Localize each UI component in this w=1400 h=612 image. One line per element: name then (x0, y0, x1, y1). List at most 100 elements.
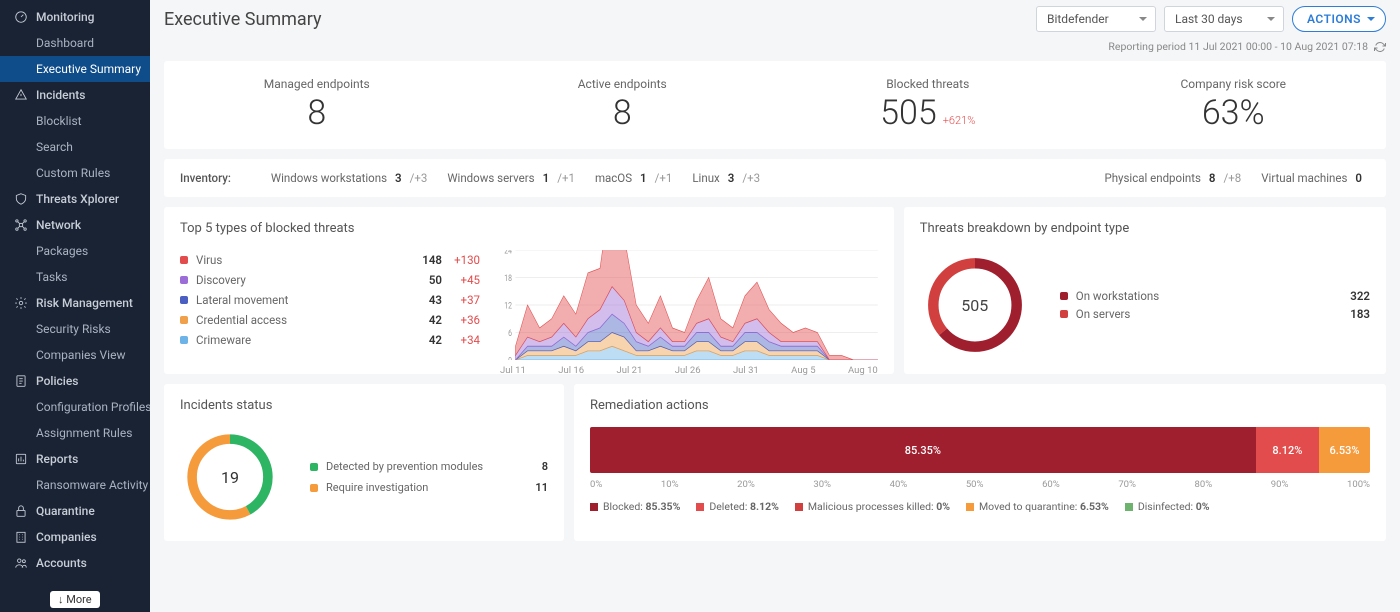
kpi-label: Blocked threats (785, 77, 1071, 91)
svg-text:6: 6 (508, 328, 512, 338)
threat-name: Credential access (196, 313, 402, 327)
kpi-card: Managed endpoints8 Active endpoints 8 Block… (164, 61, 1386, 149)
legend-square-icon (966, 503, 974, 511)
row-incidents: Incidents status 19 Detected by preventi… (164, 384, 1386, 551)
nav-label: Companies View (36, 348, 125, 362)
nav-dashboard[interactable]: Dashboard (0, 30, 150, 56)
threat-row: Virus148+130 (180, 250, 480, 270)
threat-row: Crimeware42+34 (180, 330, 480, 350)
nav-configuration-profiles[interactable]: Configuration Profiles (0, 394, 150, 420)
nav-incidents[interactable]: Incidents (0, 82, 150, 108)
nav-tasks[interactable]: Tasks (0, 264, 150, 290)
nav-custom-rules[interactable]: Custom Rules (0, 160, 150, 186)
remediation-legend-item: Malicious processes killed: 0% (795, 500, 950, 513)
kpi-blocked-threats: Blocked threats505+621% (775, 73, 1081, 137)
top-controls: Bitdefender Last 30 days ACTIONS (1036, 6, 1386, 32)
remediation-legend-item: Disinfected: 0% (1125, 500, 1210, 513)
legend-square-icon (696, 503, 704, 511)
nav-label: Executive Summary (36, 62, 141, 76)
gauge-icon (14, 10, 28, 24)
threat-value: 148 (402, 253, 442, 267)
nav-companies[interactable]: Companies (0, 524, 150, 550)
nav-network[interactable]: Network (0, 212, 150, 238)
remediation-legend-item: Deleted: 8.12% (696, 500, 779, 513)
nav-label: Security Risks (36, 322, 111, 336)
threat-dot-icon (180, 316, 188, 324)
threats-title: Top 5 types of blocked threats (180, 221, 878, 236)
threat-name: Crimeware (196, 333, 402, 347)
threat-value: 50 (402, 273, 442, 287)
nav-policies[interactable]: Policies (0, 368, 150, 394)
kpi-value: 8 (307, 93, 326, 133)
remediation-legend-item: Moved to quarantine: 6.53% (966, 500, 1109, 513)
nav-reports[interactable]: Reports (0, 446, 150, 472)
users-icon (14, 556, 28, 570)
incident-item: Require investigation11 (310, 477, 548, 498)
legend-square-icon (795, 503, 803, 511)
inventory-card: Inventory:Windows workstations 3/+3Windo… (164, 159, 1386, 197)
remediation-panel: Remediation actions 85.35%8.12%6.53% 0%1… (574, 384, 1386, 541)
nav-label: Packages (36, 244, 88, 258)
inv-virtual-machines: Virtual machines 0 (1261, 171, 1370, 185)
kpi-label: Active endpoints (480, 77, 766, 91)
threat-name: Lateral movement (196, 293, 402, 307)
incidents-total: 19 (180, 427, 280, 527)
incidents-donut: 19 (180, 427, 280, 527)
nav-blocklist[interactable]: Blocklist (0, 108, 150, 134)
report-period-text: Reporting period 11 Jul 2021 00:00 - 10 … (1108, 40, 1368, 53)
threat-dot-icon (180, 256, 188, 264)
svg-text:0: 0 (508, 355, 512, 360)
nav-label: Incidents (36, 88, 85, 102)
breakdown-item: On workstations322 (1060, 287, 1370, 305)
kpi-value: 8 (613, 93, 632, 133)
nav-threats-xplorer[interactable]: Threats Xplorer (0, 186, 150, 212)
incidents-panel: Incidents status 19 Detected by preventi… (164, 384, 564, 541)
incidents-title: Incidents status (180, 398, 548, 413)
legend-dot-icon (310, 463, 318, 471)
threat-row: Lateral movement43+37 (180, 290, 480, 310)
nav-accounts[interactable]: Accounts (0, 550, 150, 576)
nav-packages[interactable]: Packages (0, 238, 150, 264)
nav-quarantine[interactable]: Quarantine (0, 498, 150, 524)
incident-item: Detected by prevention modules8 (310, 456, 548, 477)
breakdown-item: On servers183 (1060, 305, 1370, 323)
nav-assignment-rules[interactable]: Assignment Rules (0, 420, 150, 446)
company-select[interactable]: Bitdefender (1036, 6, 1156, 32)
sidebar: MonitoringDashboard Executive Summary Inci… (0, 0, 150, 612)
threats-chart-xaxis: Jul 11Jul 16Jul 21Jul 26Jul 31Aug 5Aug 1… (500, 365, 878, 376)
nav-label: Quarantine (36, 504, 95, 518)
report-icon (14, 452, 28, 466)
refresh-icon[interactable] (1374, 41, 1386, 53)
report-period: Reporting period 11 Jul 2021 00:00 - 10 … (164, 36, 1386, 61)
inv-physical-endpoints: Physical endpoints 8/+8 (1104, 171, 1241, 185)
nav-risk-management[interactable]: Risk Management (0, 290, 150, 316)
breakdown-panel: Threats breakdown by endpoint type 505 O… (904, 207, 1386, 374)
nav-label: Policies (36, 374, 78, 388)
nav-label: Assignment Rules (36, 426, 132, 440)
threat-dot-icon (180, 276, 188, 284)
nav-label: Accounts (36, 556, 87, 570)
nav-ransomware-activity[interactable]: Ransomware Activity (0, 472, 150, 498)
nav-monitoring[interactable]: Monitoring (0, 4, 150, 30)
remediation-bar: 85.35%8.12%6.53% (590, 427, 1370, 473)
nav-label: Ransomware Activity (36, 478, 148, 492)
nav-security-risks[interactable]: Security Risks (0, 316, 150, 342)
threats-chart: 24181260 Jul 11Jul 16Jul 21Jul 26Jul 31A… (500, 250, 878, 360)
threat-name: Discovery (196, 273, 402, 287)
page-title: Executive Summary (164, 9, 322, 30)
lock-icon (14, 504, 28, 518)
incidents-legend: Detected by prevention modules8Require i… (310, 456, 548, 498)
actions-button[interactable]: ACTIONS (1292, 6, 1386, 32)
kpi-managed-endpoints: Managed endpoints8 (164, 73, 470, 137)
remediation-axis: 0%10%20%30%40%50%60%70%80%90%100% (590, 479, 1370, 490)
legend-dot-icon (1060, 310, 1068, 318)
more-button[interactable]: ↓ More (50, 591, 100, 608)
nav-companies-view[interactable]: Companies View (0, 342, 150, 368)
nav-label: Search (36, 140, 73, 154)
row-threats: Top 5 types of blocked threats Virus148+… (164, 207, 1386, 384)
remediation-seg: 85.35% (590, 427, 1256, 473)
nav-executive-summary[interactable]: Executive Summary (0, 56, 150, 82)
nav-search[interactable]: Search (0, 134, 150, 160)
period-select[interactable]: Last 30 days (1164, 6, 1284, 32)
threat-delta: +37 (442, 293, 480, 307)
